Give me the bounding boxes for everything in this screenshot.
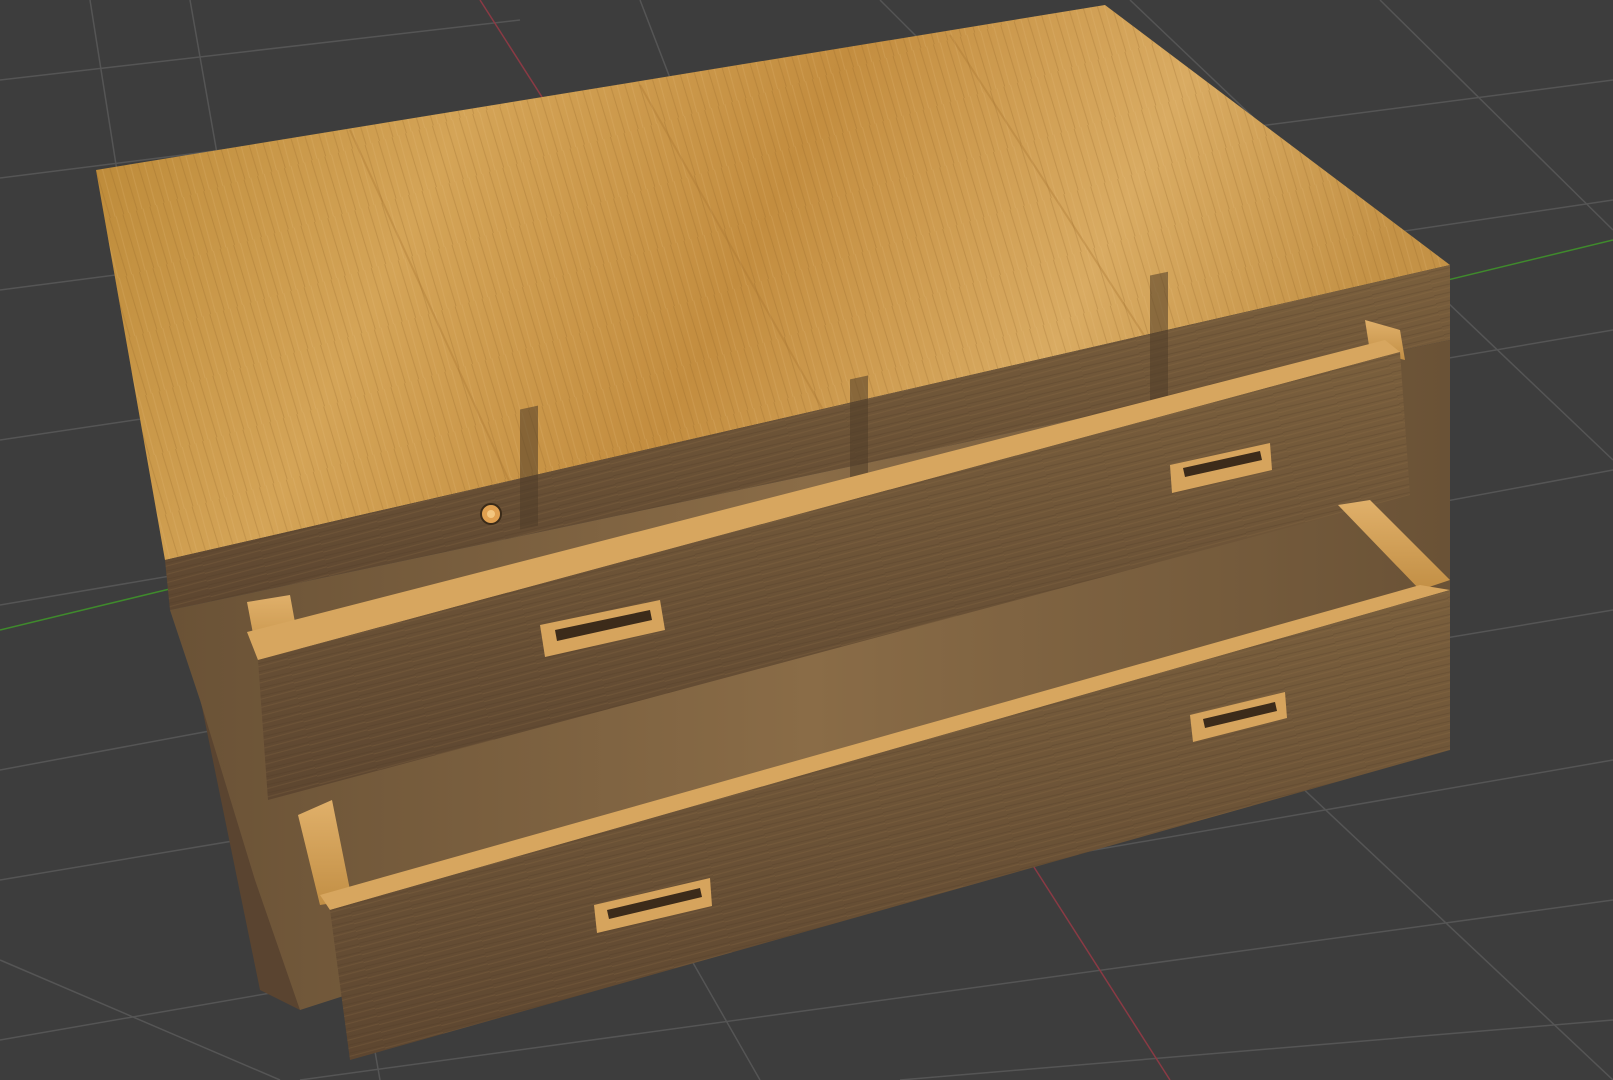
object-origin-marker-icon[interactable] [480, 503, 502, 525]
drawer-chest[interactable] [96, 5, 1450, 1060]
viewport-canvas[interactable] [0, 0, 1613, 1080]
3d-viewport[interactable] [0, 0, 1613, 1080]
